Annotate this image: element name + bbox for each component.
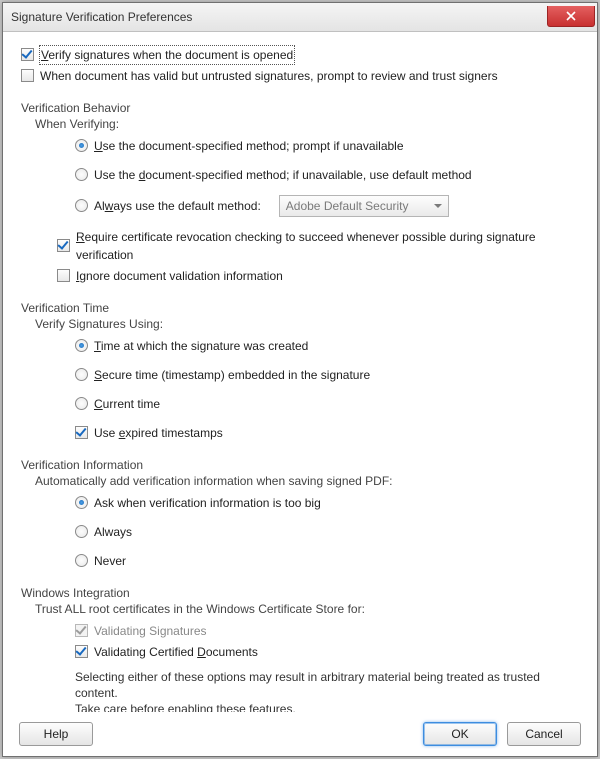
verify-on-open-checkbox[interactable] — [21, 48, 34, 61]
default-method-value: Adobe Default Security — [286, 197, 409, 215]
info-never-radio[interactable] — [75, 554, 88, 567]
close-button[interactable] — [547, 6, 595, 27]
button-bar: Help OK Cancel — [3, 712, 597, 756]
method-default-radio[interactable] — [75, 168, 88, 181]
info-never-label[interactable]: Never — [94, 552, 126, 570]
windows-integration-warning: Selecting either of these options may re… — [75, 669, 579, 712]
ignore-validation-checkbox[interactable] — [57, 269, 70, 282]
method-prompt-label[interactable]: Use the document-specified method; promp… — [94, 137, 404, 155]
info-ask-radio[interactable] — [75, 496, 88, 509]
info-always-radio[interactable] — [75, 525, 88, 538]
validating-documents-label[interactable]: Validating Certified Documents — [94, 643, 258, 661]
dialog-title: Signature Verification Preferences — [11, 10, 192, 24]
time-current-label[interactable]: Current time — [94, 395, 160, 413]
trust-root-label: Trust ALL root certificates in the Windo… — [35, 602, 579, 616]
verification-information-heading: Verification Information — [21, 458, 579, 472]
use-expired-checkbox[interactable] — [75, 426, 88, 439]
time-secure-label[interactable]: Secure time (timestamp) embedded in the … — [94, 366, 370, 384]
time-created-label[interactable]: Time at which the signature was created — [94, 337, 308, 355]
auto-add-info-label: Automatically add verification informati… — [35, 474, 579, 488]
time-current-radio[interactable] — [75, 397, 88, 410]
cancel-button[interactable]: Cancel — [507, 722, 581, 746]
info-ask-label[interactable]: Ask when verification information is too… — [94, 494, 321, 512]
method-always-label[interactable]: Always use the default method: — [94, 197, 261, 215]
prompt-untrusted-checkbox[interactable] — [21, 69, 34, 82]
verify-on-open-label[interactable]: Verify signatures when the document is o… — [40, 46, 294, 64]
method-default-label[interactable]: Use the document-specified method; if un… — [94, 166, 472, 184]
require-revocation-checkbox[interactable] — [57, 239, 70, 252]
help-button[interactable]: Help — [19, 722, 93, 746]
dialog-content: Verify signatures when the document is o… — [3, 32, 597, 712]
when-verifying-label: When Verifying: — [35, 117, 579, 131]
validating-signatures-label: Validating Signatures — [94, 622, 207, 640]
use-expired-label[interactable]: Use expired timestamps — [94, 424, 223, 442]
windows-integration-heading: Windows Integration — [21, 586, 579, 600]
ignore-validation-label[interactable]: Ignore document validation information — [76, 267, 283, 285]
require-revocation-label[interactable]: Require certificate revocation checking … — [76, 228, 579, 264]
validating-documents-checkbox[interactable] — [75, 645, 88, 658]
method-prompt-radio[interactable] — [75, 139, 88, 152]
time-secure-radio[interactable] — [75, 368, 88, 381]
verify-using-label: Verify Signatures Using: — [35, 317, 579, 331]
time-created-radio[interactable] — [75, 339, 88, 352]
info-always-label[interactable]: Always — [94, 523, 132, 541]
default-method-dropdown[interactable]: Adobe Default Security — [279, 195, 449, 217]
titlebar: Signature Verification Preferences — [3, 3, 597, 32]
close-icon — [566, 11, 576, 21]
chevron-down-icon — [434, 204, 442, 208]
verification-behavior-heading: Verification Behavior — [21, 101, 579, 115]
verification-time-heading: Verification Time — [21, 301, 579, 315]
validating-signatures-checkbox — [75, 624, 88, 637]
ok-button[interactable]: OK — [423, 722, 497, 746]
method-always-radio[interactable] — [75, 199, 88, 212]
signature-verification-preferences-dialog: Signature Verification Preferences Verif… — [2, 2, 598, 757]
prompt-untrusted-label[interactable]: When document has valid but untrusted si… — [40, 67, 498, 85]
